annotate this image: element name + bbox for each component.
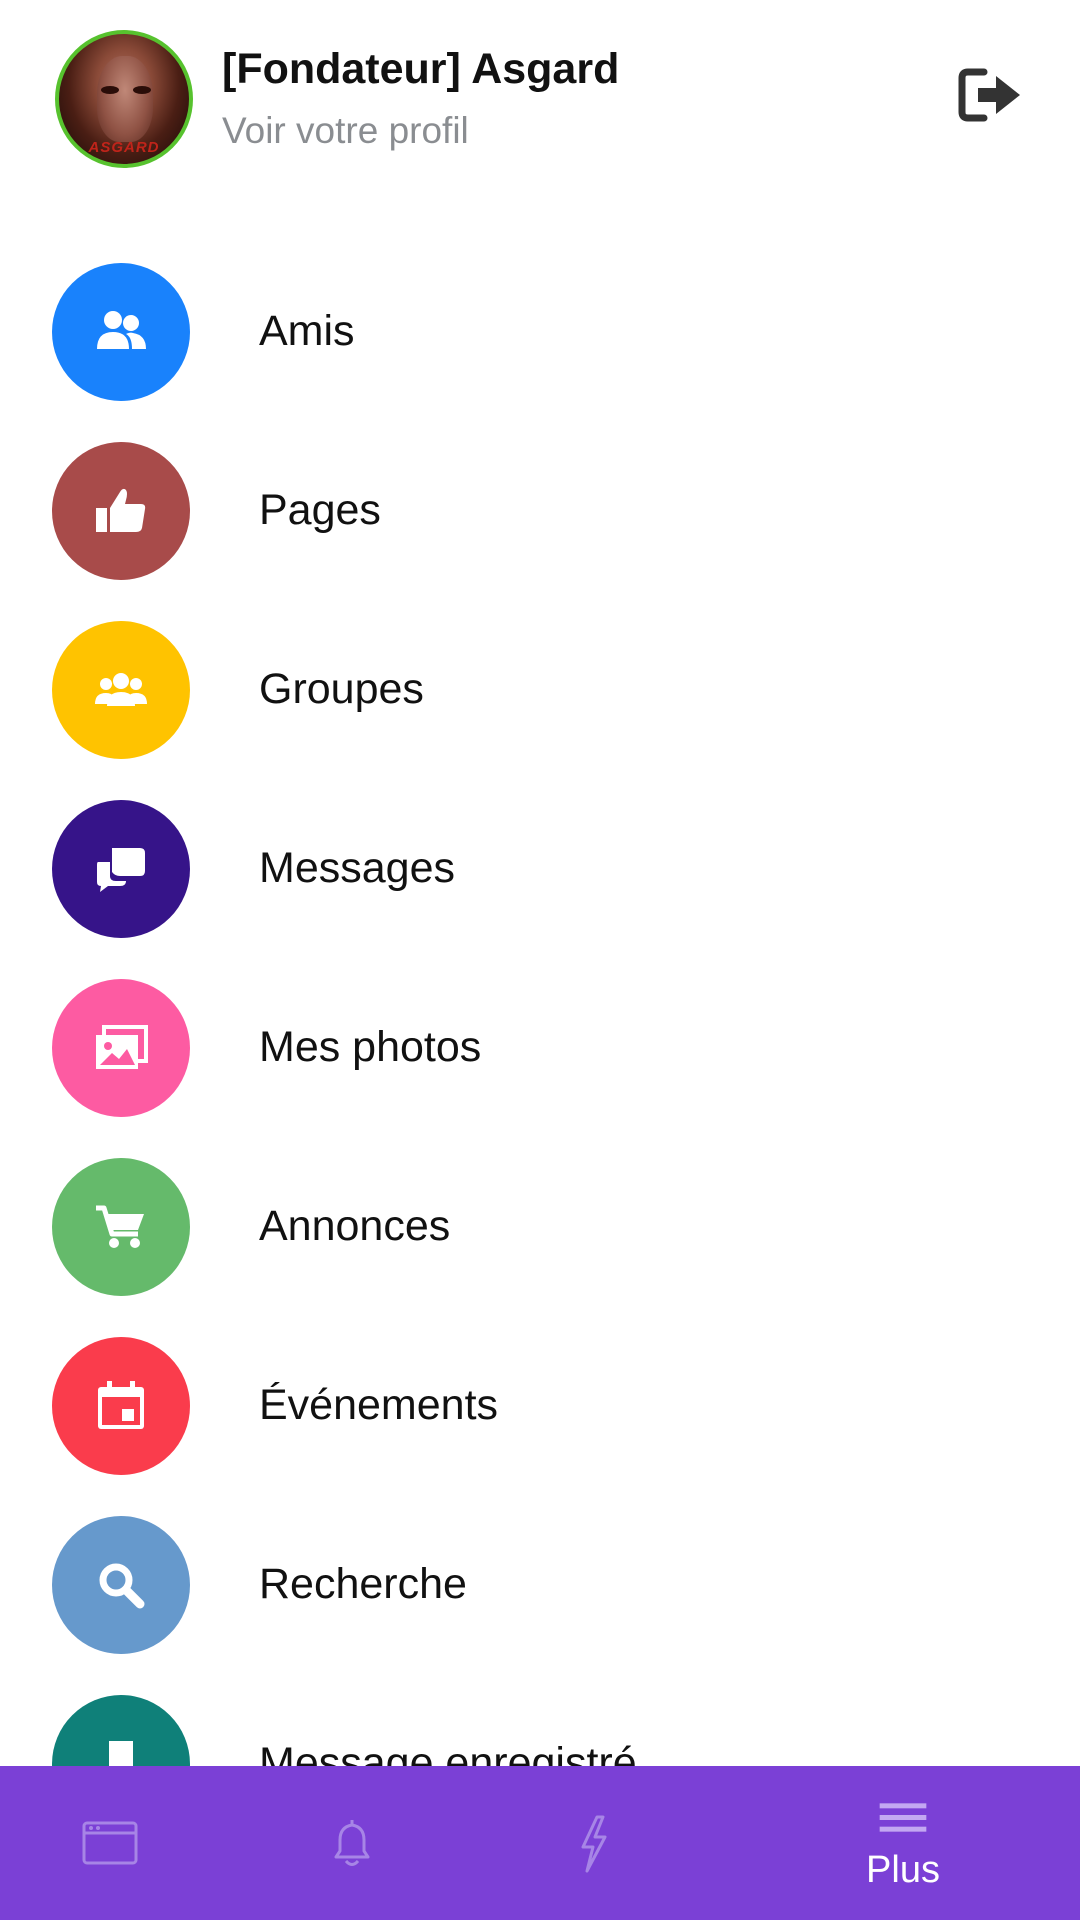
menu-item-label: Annonces <box>259 1202 451 1250</box>
profile-name[interactable]: [Fondateur] Asgard <box>222 45 619 94</box>
menu-icon-circle <box>52 621 190 759</box>
avatar[interactable]: ASGARD <box>55 30 193 168</box>
menu-icon-circle <box>52 979 190 1117</box>
menu-item-groupes[interactable]: Groupes <box>0 598 1080 777</box>
menu-item-messages[interactable]: Messages <box>0 777 1080 956</box>
menu-item-label: Recherche <box>259 1560 467 1608</box>
tab-notifications[interactable] <box>244 1766 460 1920</box>
tab-newsfeed[interactable] <box>2 1766 218 1920</box>
tab-plus-label: Plus <box>866 1848 940 1891</box>
logout-button[interactable] <box>958 66 1024 124</box>
menu-icon-circle <box>52 1516 190 1654</box>
menu-item-label: Message enregistré <box>259 1739 637 1767</box>
tab-activity[interactable] <box>485 1766 701 1920</box>
profile-header[interactable]: ASGARD [Fondateur] Asgard Voir votre pro… <box>0 0 1080 200</box>
calendar-icon <box>98 1381 144 1429</box>
menu-item-label: Amis <box>259 307 355 355</box>
thumbs-up-icon <box>96 488 146 532</box>
avatar-face <box>97 56 153 142</box>
menu-item-label: Pages <box>259 486 381 534</box>
menu-item-amis[interactable]: Amis <box>0 240 1080 419</box>
menu-item-annonces[interactable]: Annonces <box>0 1135 1080 1314</box>
search-icon <box>99 1563 145 1609</box>
view-profile-link[interactable]: Voir votre profil <box>222 110 469 152</box>
avatar-eye-right <box>133 86 151 94</box>
groups-icon <box>95 673 147 706</box>
menu-icon-circle <box>52 800 190 938</box>
menu-icon-circle <box>52 442 190 580</box>
menu-item-pages[interactable]: Pages <box>0 419 1080 598</box>
menu-item-mes-photos[interactable]: Mes photos <box>0 956 1080 1135</box>
menu-item-label: Messages <box>259 844 455 892</box>
menu-item-label: Événements <box>259 1381 499 1429</box>
menu-item-label: Mes photos <box>259 1023 482 1071</box>
newsfeed-icon <box>82 1821 138 1865</box>
menu-item-recherche[interactable]: Recherche <box>0 1493 1080 1672</box>
bell-icon <box>334 1820 370 1866</box>
avatar-logo-text: ASGARD <box>88 139 160 156</box>
chat-icon <box>97 848 145 892</box>
menu-icon-circle <box>52 1158 190 1296</box>
menu-icon-circle <box>52 1337 190 1475</box>
menu-item-evenements[interactable]: Événements <box>0 1314 1080 1493</box>
menu-item-message-enregistre[interactable]: Message enregistré <box>0 1672 1080 1766</box>
menu-icon <box>879 1802 927 1832</box>
menu-list: Amis Pages Groupes Messages Mes photos A… <box>0 240 1080 1766</box>
bookmark-icon <box>109 1741 133 1766</box>
lightning-icon <box>581 1815 607 1873</box>
menu-icon-circle <box>52 263 190 401</box>
friends-icon <box>97 311 146 349</box>
photos-icon <box>96 1025 148 1069</box>
tab-plus[interactable]: Plus <box>795 1766 1011 1920</box>
avatar-eye-left <box>101 86 119 94</box>
cart-icon <box>96 1205 144 1248</box>
logout-icon <box>958 68 1020 122</box>
menu-item-label: Groupes <box>259 665 424 713</box>
menu-icon-circle <box>52 1695 190 1766</box>
bottom-nav: Plus <box>0 1766 1080 1920</box>
